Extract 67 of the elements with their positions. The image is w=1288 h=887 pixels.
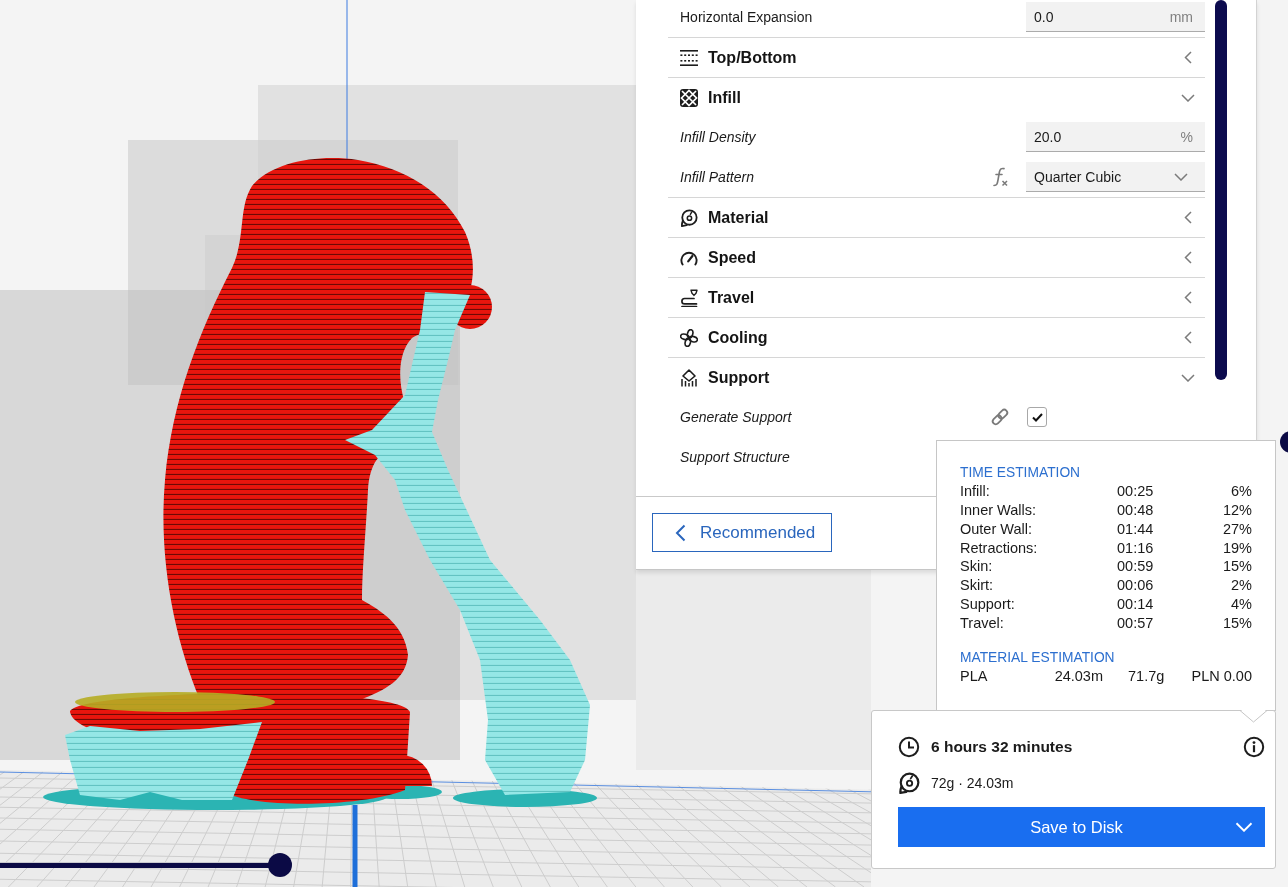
time-category-label: Inner Walls: (960, 500, 1037, 520)
percentage-text: 2% (1230, 576, 1252, 596)
number-field[interactable]: 20.0 % (1026, 122, 1205, 152)
percentage-text: 27% (1222, 519, 1252, 539)
chevron-down-icon (1174, 172, 1188, 181)
chevron-left-icon (675, 523, 686, 542)
link-icon[interactable] (990, 407, 1010, 427)
percentage-text: 15% (1222, 613, 1252, 633)
duration-text: 01:44 (1117, 519, 1155, 539)
material-usage: 72g · 24.03m (931, 775, 1014, 791)
path-icon (680, 288, 698, 307)
setting-label: Infill Pattern (680, 169, 755, 185)
checkbox[interactable] (1027, 407, 1047, 427)
number-field[interactable]: 0.0 mm (1026, 2, 1205, 32)
setting-label: Horizontal Expansion (680, 9, 814, 25)
dropdown[interactable]: Quarter Cubic (1026, 162, 1205, 192)
chevron-down-icon (1235, 822, 1253, 832)
info-icon[interactable] (1243, 736, 1265, 758)
category-header[interactable]: Top/Bottom (668, 37, 1205, 77)
spool-icon (898, 772, 920, 794)
recommended-button[interactable]: Recommended (652, 513, 832, 552)
gauge-icon (680, 249, 698, 266)
spool-icon (680, 208, 698, 227)
category-header[interactable]: Support (668, 357, 1205, 397)
setting-label: Infill Density (680, 129, 757, 145)
percentage-text: 6% (1230, 482, 1252, 501)
section-heading: TIME ESTIMATION (960, 464, 1082, 482)
duration-text: 00:59 (1117, 557, 1155, 577)
category-header[interactable]: Infill (668, 77, 1205, 117)
slider-track[interactable] (0, 853, 292, 877)
clock-icon (898, 736, 920, 758)
percentage-text: 4% (1230, 595, 1252, 614)
cost-text: PLN 0.00 (1190, 667, 1252, 687)
category-header[interactable]: Speed (668, 237, 1205, 277)
checkmark-icon (1031, 412, 1043, 422)
setting-label: Generate Support (680, 409, 793, 425)
stacked-lines-icon (680, 49, 698, 66)
setting-label: Support Structure (680, 449, 791, 465)
duration-text: 00:25 (1117, 482, 1155, 501)
lattice-icon (680, 88, 698, 107)
category-header[interactable]: Cooling (668, 317, 1205, 357)
material-name: PLA (960, 667, 989, 687)
category-header[interactable]: Travel (668, 277, 1205, 317)
percentage-text: 12% (1222, 500, 1252, 520)
section-heading: MATERIAL ESTIMATION (960, 649, 1116, 668)
length-text: 24.03m (1053, 667, 1103, 687)
time-category-label: Support: (960, 595, 1016, 614)
time-category-label: Travel: (960, 613, 1005, 633)
time-category-label: Infill: (960, 482, 991, 501)
support-structure-icon (680, 368, 698, 387)
percentage-text: 19% (1222, 538, 1252, 558)
time-category-label: Skirt: (960, 576, 995, 596)
duration-text: 00:48 (1117, 500, 1155, 520)
duration-text: 00:06 (1117, 576, 1155, 596)
duration-text: 00:57 (1117, 613, 1155, 633)
fan-icon (680, 328, 698, 347)
duration-text: 01:16 (1117, 538, 1155, 558)
scrollbar-thumb[interactable] (1215, 0, 1227, 380)
time-category-label: Skin: (960, 557, 994, 577)
duration-text: 00:14 (1117, 595, 1155, 614)
category-header[interactable]: Material (668, 197, 1205, 237)
print-time: 6 hours 32 minutes (931, 738, 1074, 756)
weight-text: 71.7g (1127, 667, 1163, 687)
save-to-disk-button[interactable]: Save to Disk (898, 807, 1265, 847)
time-category-label: Retractions: (960, 538, 1039, 558)
time-category-label: Outer Wall: (960, 519, 1033, 539)
percentage-text: 15% (1222, 557, 1252, 577)
